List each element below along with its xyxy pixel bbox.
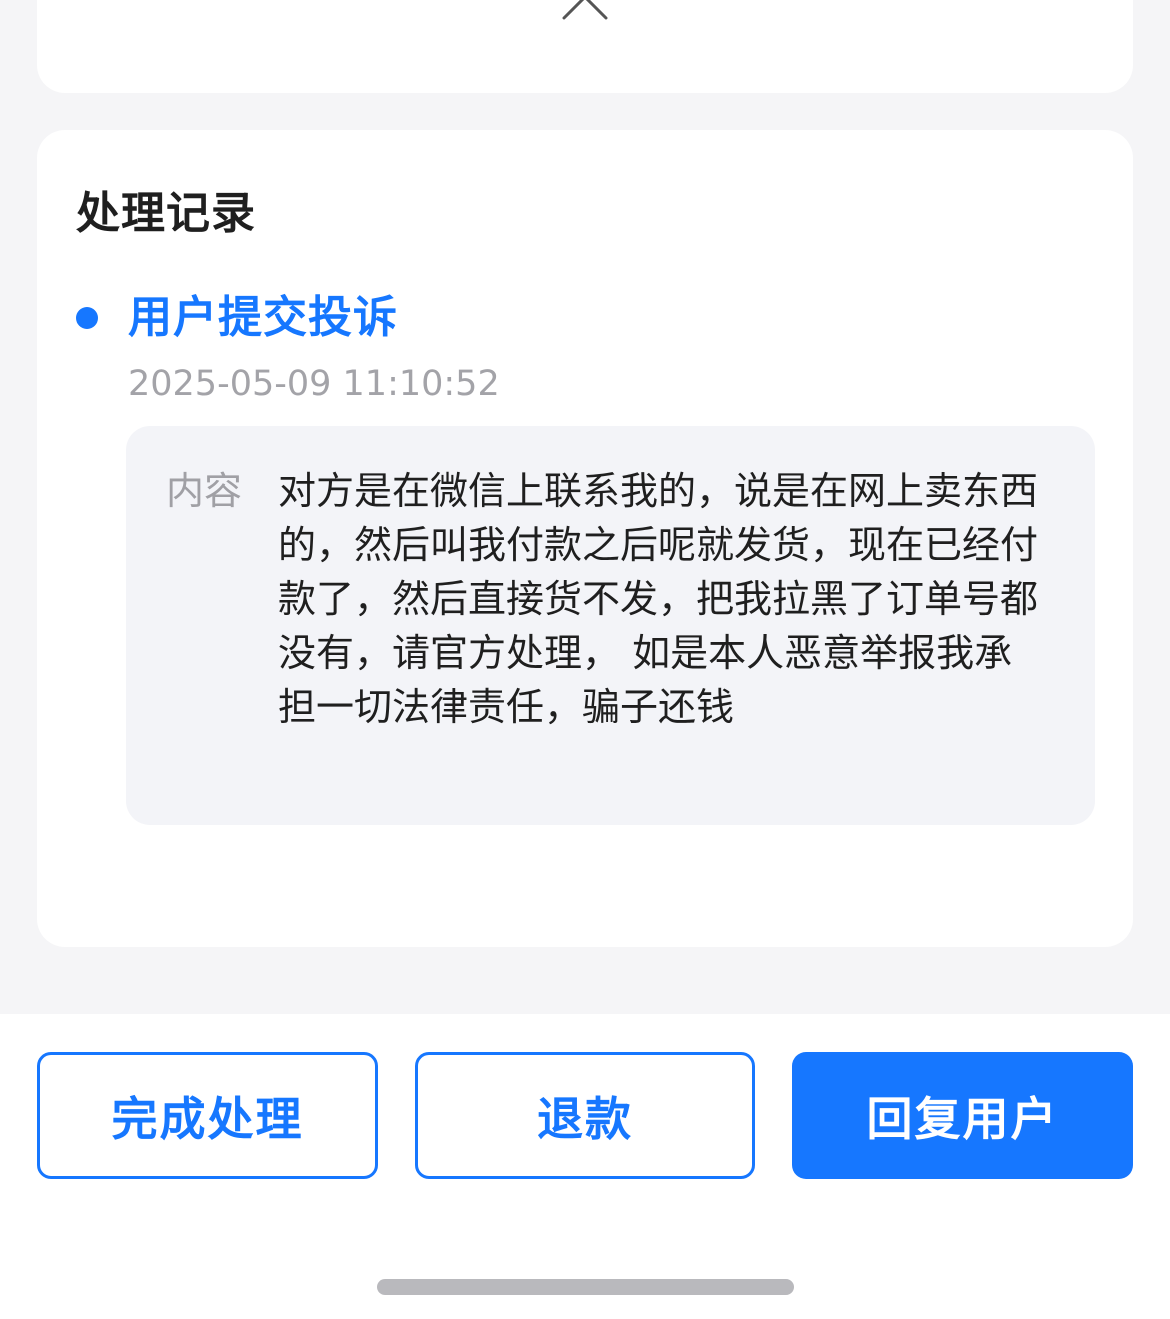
reply-user-button[interactable]: 回复用户: [792, 1052, 1133, 1179]
refund-button[interactable]: 退款: [415, 1052, 755, 1179]
home-indicator: [377, 1279, 794, 1295]
event-title: 用户提交投诉: [128, 292, 398, 343]
timeline-dot: [76, 307, 98, 329]
complete-processing-button[interactable]: 完成处理: [37, 1052, 378, 1179]
page: 处理记录 用户提交投诉 2025-05-09 11:10:52 内容 对方是在微…: [0, 0, 1170, 1319]
chevron-up-icon[interactable]: [562, 0, 608, 20]
content-text: 对方是在微信上联系我的，说是在网上卖东西的，然后叫我付款之后呢就发货，现在已经付…: [278, 469, 1039, 729]
event-timestamp: 2025-05-09 11:10:52: [128, 364, 500, 404]
content-label: 内容: [166, 469, 243, 513]
section-title: 处理记录: [76, 188, 256, 239]
